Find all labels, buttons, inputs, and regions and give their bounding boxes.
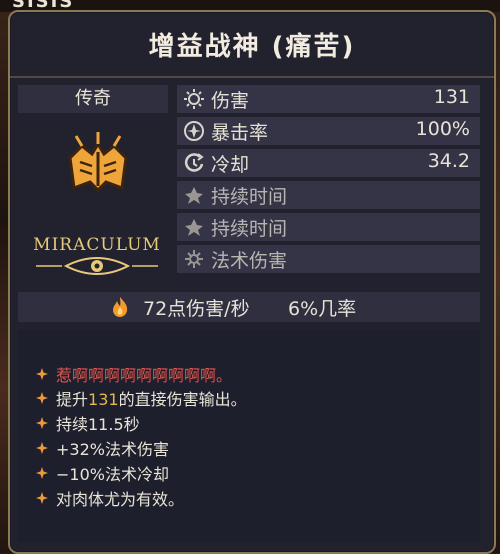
- description-line-2-post: 的直接伤害输出。: [118, 390, 247, 409]
- stat-row-crit: 暴击率 100%: [177, 117, 480, 145]
- stat-value-cooldown: 34.2: [427, 150, 470, 172]
- bullet-icon: [36, 368, 48, 380]
- description-line-2-number: 131: [88, 390, 119, 409]
- bullet-icon: [36, 417, 48, 429]
- bullet-icon: [36, 467, 48, 479]
- duration-icon: [185, 187, 203, 204]
- bullet-icon: [36, 492, 48, 504]
- stat-row-duration-2: 持续时间: [177, 213, 480, 241]
- logo-text: MIRACULUM: [33, 235, 161, 255]
- golden-book-icon: [68, 132, 128, 193]
- dps-value: 72点伤害/秒: [143, 298, 250, 320]
- stat-value-damage: 131: [433, 86, 470, 108]
- stat-label-damage: 伤害: [211, 90, 250, 112]
- description-line-5: −10%法术冷却: [56, 465, 169, 484]
- spell-damage-icon: [185, 250, 203, 268]
- header-divider: [10, 76, 494, 78]
- bullet-icon: [36, 392, 48, 404]
- cooldown-icon: [184, 153, 204, 172]
- dps-chance: 6%几率: [288, 298, 357, 320]
- stat-value-crit: 100%: [415, 118, 470, 140]
- stat-label-crit: 暴击率: [211, 122, 269, 144]
- miraculum-logo: MIRACULUM: [33, 235, 161, 275]
- item-tooltip-panel: 增益战神 (痛苦) 传奇 MIRACULUM 伤害 131 暴击率 100% 冷…: [8, 10, 496, 554]
- stat-row-spell-damage: 法术伤害: [177, 245, 480, 273]
- stat-row-damage: 伤害 131: [177, 85, 480, 113]
- stat-label-duration-1: 持续时间: [211, 186, 288, 208]
- stat-label-spell-damage: 法术伤害: [211, 250, 288, 272]
- duration-icon: [185, 219, 203, 236]
- description-line-2: 提升131的直接伤害输出。: [56, 386, 247, 410]
- description-line-4: +32%法术伤害: [56, 440, 169, 459]
- stat-row-duration-1: 持续时间: [177, 181, 480, 209]
- stat-row-cooldown: 冷却 34.2: [177, 149, 480, 177]
- dps-row: 72点伤害/秒 6%几率: [18, 292, 480, 322]
- item-title: 增益战神 (痛苦): [148, 32, 356, 62]
- damage-sun-icon: [184, 89, 204, 109]
- crit-rate-icon: [184, 121, 204, 141]
- rarity-label: 传奇: [18, 85, 168, 113]
- description-line-3: 持续11.5秒: [56, 415, 140, 434]
- description-box: 惹啊啊啊啊啊啊啊啊啊。 提升131的直接伤害输出。 持续11.5秒 +32%法术…: [18, 330, 480, 542]
- stat-label-duration-2: 持续时间: [211, 218, 288, 240]
- description-line-6: 对肉体尤为有效。: [56, 490, 185, 509]
- description-line-1: 惹啊啊啊啊啊啊啊啊啊。: [56, 366, 233, 385]
- bullet-icon: [36, 442, 48, 454]
- stat-label-cooldown: 冷却: [211, 154, 250, 176]
- description-line-2-pre: 提升: [56, 390, 89, 409]
- flame-icon: [113, 297, 128, 317]
